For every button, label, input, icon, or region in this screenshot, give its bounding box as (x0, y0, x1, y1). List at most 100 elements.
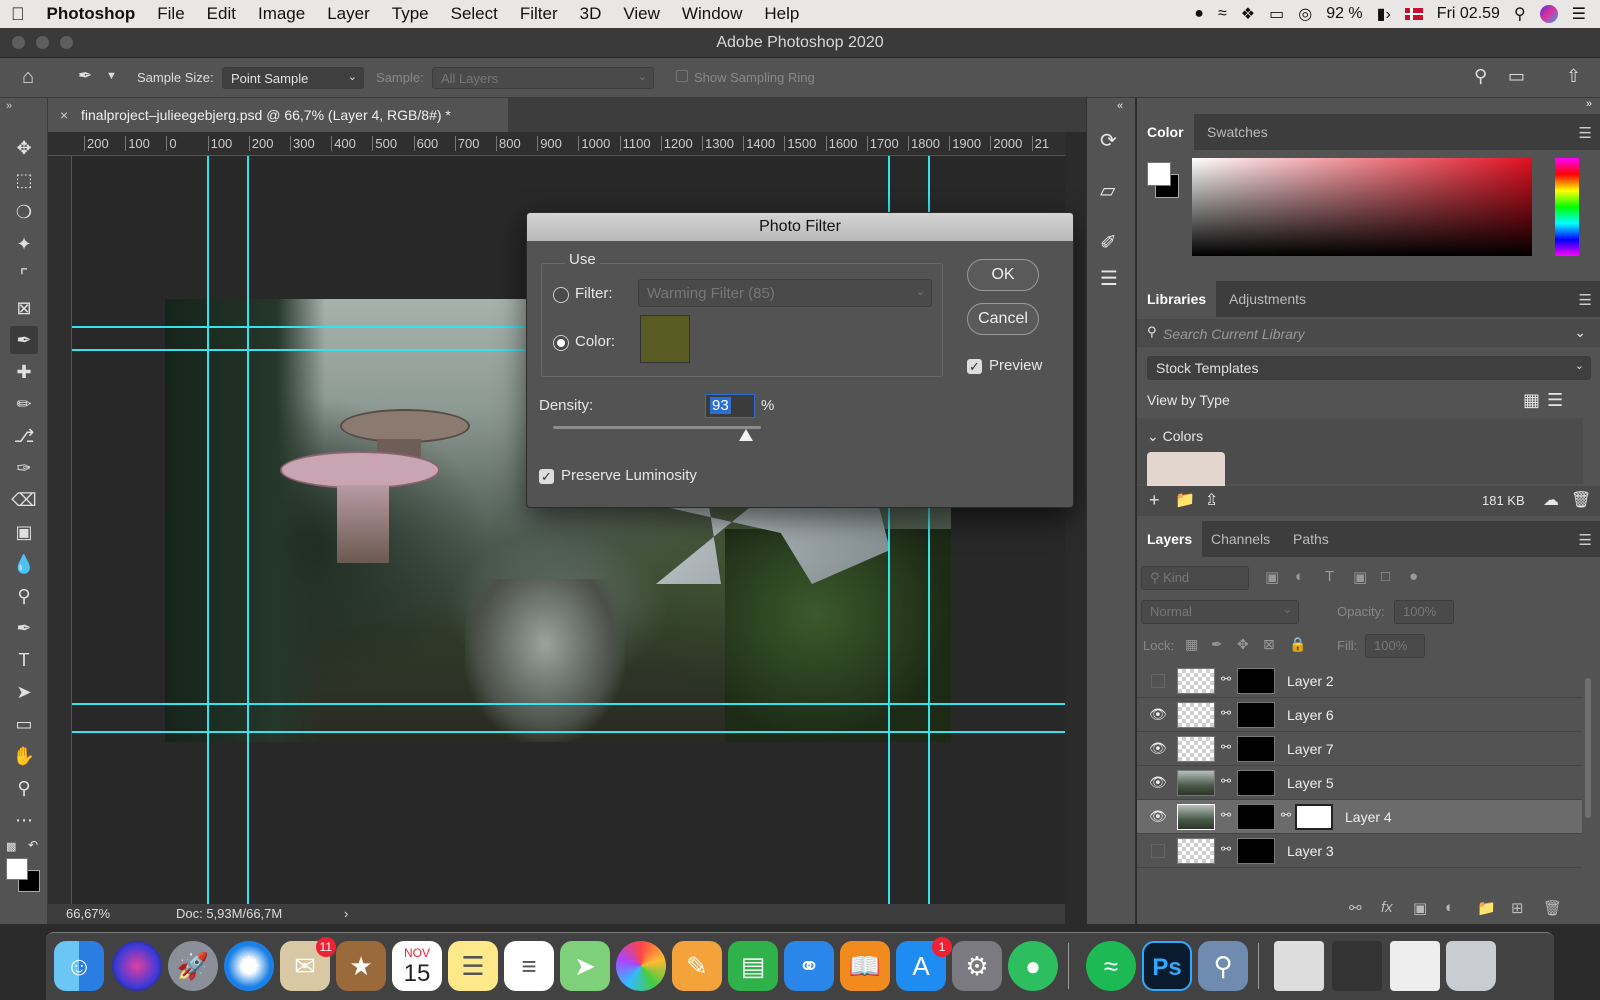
mail-icon[interactable]: ✉ 11 (280, 937, 336, 991)
tab-color[interactable]: Color (1137, 114, 1194, 150)
eyedropper-preset-icon[interactable]: ✒ (78, 66, 92, 86)
rectangle-tool-icon[interactable]: ▭ (10, 710, 38, 738)
foreground-color-swatch[interactable] (6, 858, 28, 880)
fx-icon[interactable]: fx (1381, 899, 1393, 916)
app-menu[interactable]: Photoshop (36, 4, 147, 24)
hand-tool-icon[interactable]: ✋ (10, 742, 38, 770)
app-store-icon[interactable]: A1 (896, 937, 952, 991)
tab-layers[interactable]: Layers (1137, 521, 1203, 557)
link-icon[interactable]: ⚯ (1221, 842, 1231, 856)
layer-name[interactable]: Layer 7 (1287, 741, 1334, 757)
visibility-off-box[interactable] (1151, 844, 1165, 858)
link-layers-icon[interactable]: ⚯ (1349, 899, 1362, 917)
guide-horizontal[interactable] (72, 731, 1065, 733)
battery-percent[interactable]: 92 % (1326, 5, 1362, 23)
finder-icon[interactable]: ☺ (54, 941, 104, 991)
recent-document-thumbnail[interactable] (1274, 941, 1324, 991)
evernote-status-icon[interactable]: ● (1194, 5, 1204, 23)
layer-name[interactable]: Layer 5 (1287, 775, 1334, 791)
smart-object-filter-icon[interactable]: □ (1381, 568, 1390, 585)
calendar-icon[interactable]: NOV 15 (392, 941, 442, 991)
flag-icon[interactable] (1404, 8, 1423, 20)
dodge-tool-icon[interactable]: ⚲ (10, 582, 38, 610)
clock[interactable]: Fri 02.59 (1437, 5, 1500, 23)
library-search[interactable]: ⚲ Search Current Library ⌄ (1137, 319, 1600, 347)
contacts-icon[interactable]: ★ (336, 941, 386, 991)
zoom-tool-icon[interactable]: ⚲ (10, 774, 38, 802)
new-group-icon[interactable]: 📁 (1477, 899, 1496, 917)
colors-section-label[interactable]: ⌄ Colors (1147, 428, 1203, 445)
link-icon[interactable]: ⚯ (1221, 740, 1231, 754)
pen-tool-icon[interactable]: ✒ (10, 614, 38, 642)
wifi-icon[interactable]: ◎ (1298, 4, 1312, 24)
chevron-down-icon[interactable]: ▼ (106, 70, 117, 82)
share-icon[interactable]: ⇧ (1566, 66, 1581, 87)
link-icon[interactable]: ⚯ (1221, 808, 1231, 822)
guide-vertical[interactable] (207, 156, 209, 904)
home-icon[interactable]: ⌂ (22, 66, 34, 89)
layer-mask-thumbnail[interactable] (1237, 702, 1275, 728)
link-icon[interactable]: ⚯ (1221, 672, 1231, 686)
menu-layer[interactable]: Layer (316, 4, 381, 24)
layer-mask-thumbnail[interactable] (1237, 838, 1275, 864)
lock-pixels-icon[interactable]: ✒ (1211, 636, 1223, 653)
tab-libraries[interactable]: Libraries (1137, 281, 1217, 317)
folder-icon[interactable]: 📁 (1175, 490, 1195, 510)
layer-row[interactable]: 👁 ⚯ Layer 5 (1137, 766, 1582, 800)
filter-radio[interactable] (553, 287, 569, 303)
clone-stamp-tool-icon[interactable]: ⎇ (10, 422, 38, 450)
apple-menu-icon[interactable]:  (0, 4, 36, 25)
zoom-level[interactable]: 66,67% (66, 906, 110, 921)
frame-tool-icon[interactable]: ⊠ (10, 294, 38, 322)
pages-icon[interactable]: ✎ (672, 941, 722, 991)
trash-icon[interactable] (1446, 941, 1496, 991)
siri-icon[interactable] (112, 941, 162, 991)
preview-checkbox[interactable]: ✓ (967, 359, 982, 374)
filter-mask-thumbnail[interactable] (1295, 804, 1333, 830)
layer-mask-thumbnail[interactable] (1237, 770, 1275, 796)
eye-icon[interactable]: 👁 (1149, 774, 1167, 791)
view-by-type[interactable]: View by Type (1147, 392, 1230, 408)
menu-help[interactable]: Help (753, 4, 810, 24)
system-preferences-icon[interactable]: ⚙ (952, 941, 1002, 991)
filter-select[interactable]: Warming Filter (85) ⌄ (638, 279, 932, 307)
keynote-icon[interactable]: ⚭ (784, 941, 834, 991)
blur-tool-icon[interactable]: 💧 (10, 550, 38, 578)
delete-layer-icon[interactable]: 🗑 (1543, 899, 1562, 917)
type-filter-icon[interactable]: T (1325, 568, 1334, 585)
recent-document-thumbnail[interactable] (1390, 941, 1440, 991)
shape-filter-icon[interactable]: ▣ (1353, 568, 1367, 586)
link-icon[interactable]: ⚯ (1221, 774, 1231, 788)
foreground-color-swatch[interactable] (1147, 162, 1171, 186)
launchpad-icon[interactable]: 🚀 (168, 941, 218, 991)
collapse-icon[interactable]: » (1586, 98, 1592, 110)
photoshop-icon[interactable]: Ps (1142, 941, 1192, 991)
photos-icon[interactable] (616, 941, 666, 991)
tab-swatches[interactable]: Swatches (1197, 114, 1278, 150)
layer-name[interactable]: Layer 2 (1287, 673, 1334, 689)
numbers-icon[interactable]: ▤ (728, 941, 778, 991)
layer-mask-thumbnail[interactable] (1237, 736, 1275, 762)
menu-select[interactable]: Select (440, 4, 509, 24)
guide-horizontal[interactable] (72, 703, 1065, 705)
ok-button[interactable]: OK (967, 259, 1039, 291)
type-tool-icon[interactable]: T (10, 646, 38, 674)
workspace-icon[interactable]: ▭ (1508, 66, 1525, 87)
document-tab[interactable]: × finalproject–julieegebjerg.psd @ 66,7%… (48, 98, 508, 132)
search-icon[interactable]: ⚲ (1474, 66, 1487, 87)
panel-menu-icon[interactable]: ☰ (1579, 124, 1592, 142)
panel-menu-icon[interactable]: ☰ (1579, 291, 1592, 309)
upload-icon[interactable]: ⇫ (1205, 490, 1218, 510)
notification-center-icon[interactable]: ☰ (1572, 4, 1586, 24)
list-view-icon[interactable]: ☰ (1547, 390, 1563, 411)
siri-icon[interactable] (1539, 5, 1558, 23)
opacity-input[interactable]: 100% (1394, 600, 1454, 624)
tab-channels[interactable]: Channels (1201, 521, 1280, 557)
add-mask-icon[interactable]: ▣ (1413, 899, 1427, 917)
collapse-icon[interactable]: » (6, 100, 12, 112)
reminders-icon[interactable]: ≡ (504, 941, 554, 991)
history-brush-tool-icon[interactable]: ✑ (10, 454, 38, 482)
safari-icon[interactable]: ✳ (224, 941, 274, 991)
new-layer-icon[interactable]: ⊞ (1511, 899, 1524, 917)
wave-status-icon[interactable]: ≈ (1218, 5, 1227, 23)
